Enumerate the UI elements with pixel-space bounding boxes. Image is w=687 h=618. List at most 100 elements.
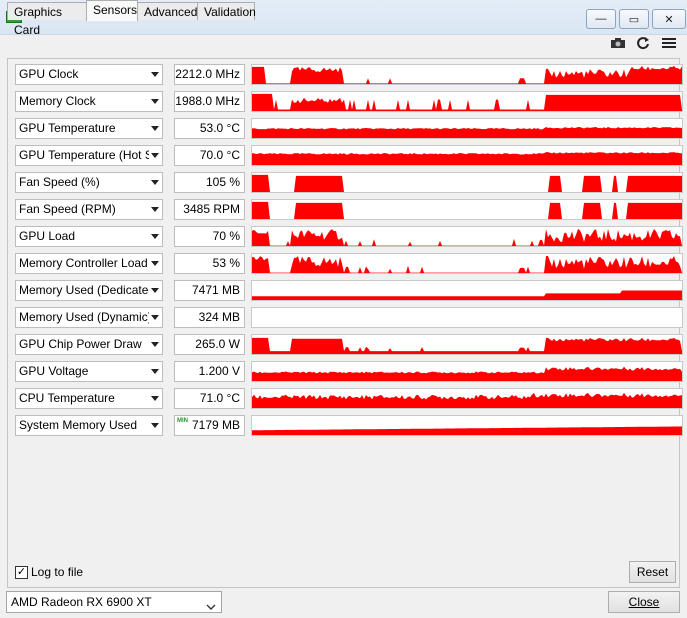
gpu-select[interactable]: AMD Radeon RX 6900 XT: [6, 591, 222, 613]
sensor-graph-svg: [252, 127, 682, 138]
sensor-select[interactable]: System Memory Used: [15, 415, 163, 436]
sensor-select[interactable]: Memory Clock: [15, 91, 163, 112]
sensor-value-text: 70 %: [212, 229, 240, 243]
tab-graphics-card[interactable]: Graphics Card: [7, 2, 87, 37]
dropdown-arrow-icon: [151, 315, 159, 320]
sensor-name: CPU Temperature: [19, 391, 115, 405]
graph-fill: [252, 174, 682, 192]
sensor-value-text: 53 %: [212, 256, 240, 270]
dropdown-arrow-icon: [151, 288, 159, 293]
sensor-value: 70 %: [174, 226, 245, 247]
sensor-value: 71.0 °C: [174, 388, 245, 409]
sensor-graph-svg: [252, 229, 682, 246]
tab-validation[interactable]: Validation: [197, 2, 256, 20]
sensor-select[interactable]: Fan Speed (%): [15, 172, 163, 193]
sensor-graph-svg: [252, 366, 682, 381]
graph-fill: [252, 201, 682, 219]
dropdown-arrow-icon: [151, 261, 159, 266]
sensor-graph-svg: [252, 201, 682, 219]
sensor-name: Memory Controller Load: [19, 256, 148, 270]
sensor-select[interactable]: Memory Controller Load: [15, 253, 163, 274]
sensor-name: Fan Speed (RPM): [19, 202, 116, 216]
sensor-value-text: 70.0 °C: [199, 148, 240, 162]
sensor-name: GPU Chip Power Draw: [19, 337, 142, 351]
camera-icon[interactable]: [609, 35, 627, 51]
sensor-select[interactable]: GPU Clock: [15, 64, 163, 85]
sensor-select[interactable]: Fan Speed (RPM): [15, 199, 163, 220]
close-button[interactable]: Close: [608, 591, 680, 613]
sensor-graph: [251, 226, 683, 247]
sensor-select[interactable]: Memory Used (Dynamic): [15, 307, 163, 328]
graph-fill: [252, 256, 682, 273]
graph-fill: [252, 152, 682, 165]
checkmark-icon: ✓: [16, 565, 27, 578]
dropdown-arrow-icon: [151, 180, 159, 185]
tab-advanced[interactable]: Advanced: [137, 2, 198, 20]
sensor-graph-svg: [252, 290, 682, 300]
sensor-graph: [251, 145, 683, 166]
sensor-graph: [251, 307, 683, 328]
graph-fill: [252, 426, 682, 435]
graph-fill: [252, 127, 682, 138]
sensor-value-text: 265.0 W: [195, 337, 240, 351]
menu-icon[interactable]: [660, 35, 678, 51]
dropdown-arrow-icon: [151, 153, 159, 158]
sensor-graph: [251, 253, 683, 274]
sensor-name: Memory Used (Dynamic): [19, 310, 149, 324]
sensor-select[interactable]: CPU Temperature: [15, 388, 163, 409]
checkbox-box[interactable]: ✓: [15, 565, 28, 579]
sensor-value: 7471 MB: [174, 280, 245, 301]
refresh-icon[interactable]: [634, 35, 652, 51]
dropdown-arrow-icon: [151, 369, 159, 374]
sensor-value-text: 7471 MB: [191, 283, 240, 297]
sensor-value: 324 MB: [174, 307, 245, 328]
sensor-value: 53 %: [174, 253, 245, 274]
minimize-button[interactable]: —: [586, 9, 616, 29]
sensor-select[interactable]: GPU Temperature: [15, 118, 163, 139]
sensor-graph-svg: [252, 174, 682, 192]
close-window-button[interactable]: ✕: [652, 9, 686, 29]
sensors-panel: GPU Clock 2212.0 MHz Memory Clock 1988.0 MH…: [7, 58, 683, 588]
sensor-value: MIN 7179 MB: [174, 415, 245, 436]
sensor-select[interactable]: GPU Temperature (Hot Spot): [15, 145, 163, 166]
sensor-value: 105 %: [174, 172, 245, 193]
log-to-file-label: Log to file: [31, 565, 84, 579]
tab-sensors[interactable]: Sensors: [86, 0, 138, 21]
sensor-graph: [251, 172, 683, 193]
sensor-graph: [251, 334, 683, 355]
sensor-value: 2212.0 MHz: [174, 64, 245, 85]
sensor-name: Memory Clock: [19, 94, 96, 108]
dropdown-arrow-icon: [151, 72, 159, 77]
sensor-graph: [251, 361, 683, 382]
dropdown-arrow-icon: [151, 126, 159, 131]
sensor-value-text: 2212.0 MHz: [175, 67, 240, 81]
sensor-value: 70.0 °C: [174, 145, 245, 166]
sensor-name: GPU Load: [19, 229, 76, 243]
sensor-graph: [251, 388, 683, 409]
sensor-value-text: 324 MB: [198, 310, 240, 324]
sensor-graph-svg: [252, 337, 682, 354]
graph-fill: [252, 392, 682, 408]
sensor-select[interactable]: GPU Voltage: [15, 361, 163, 382]
graph-fill: [252, 337, 682, 354]
sensor-value: 1.200 V: [174, 361, 245, 382]
sensor-graph: [251, 280, 683, 301]
dropdown-arrow-icon: [151, 207, 159, 212]
sensor-graph-svg: [252, 66, 682, 84]
sensor-value: 265.0 W: [174, 334, 245, 355]
sensor-select[interactable]: Memory Used (Dedicated): [15, 280, 163, 301]
sensor-name: Fan Speed (%): [19, 175, 100, 189]
sensor-name: GPU Temperature: [19, 121, 116, 135]
sensor-graph-svg: [252, 426, 682, 435]
sensor-select[interactable]: GPU Load: [15, 226, 163, 247]
reset-button[interactable]: Reset: [629, 561, 676, 583]
log-to-file-checkbox[interactable]: ✓ Log to file: [15, 564, 83, 580]
sensor-value: 3485 RPM: [174, 199, 245, 220]
sensor-select[interactable]: GPU Chip Power Draw: [15, 334, 163, 355]
maximize-button[interactable]: ▭: [619, 9, 649, 29]
graph-fill: [252, 366, 682, 381]
graph-fill: [252, 93, 682, 111]
sensor-graph: [251, 199, 683, 220]
min-badge: MIN: [177, 418, 188, 424]
sensor-name: GPU Temperature (Hot Spot): [19, 148, 149, 162]
